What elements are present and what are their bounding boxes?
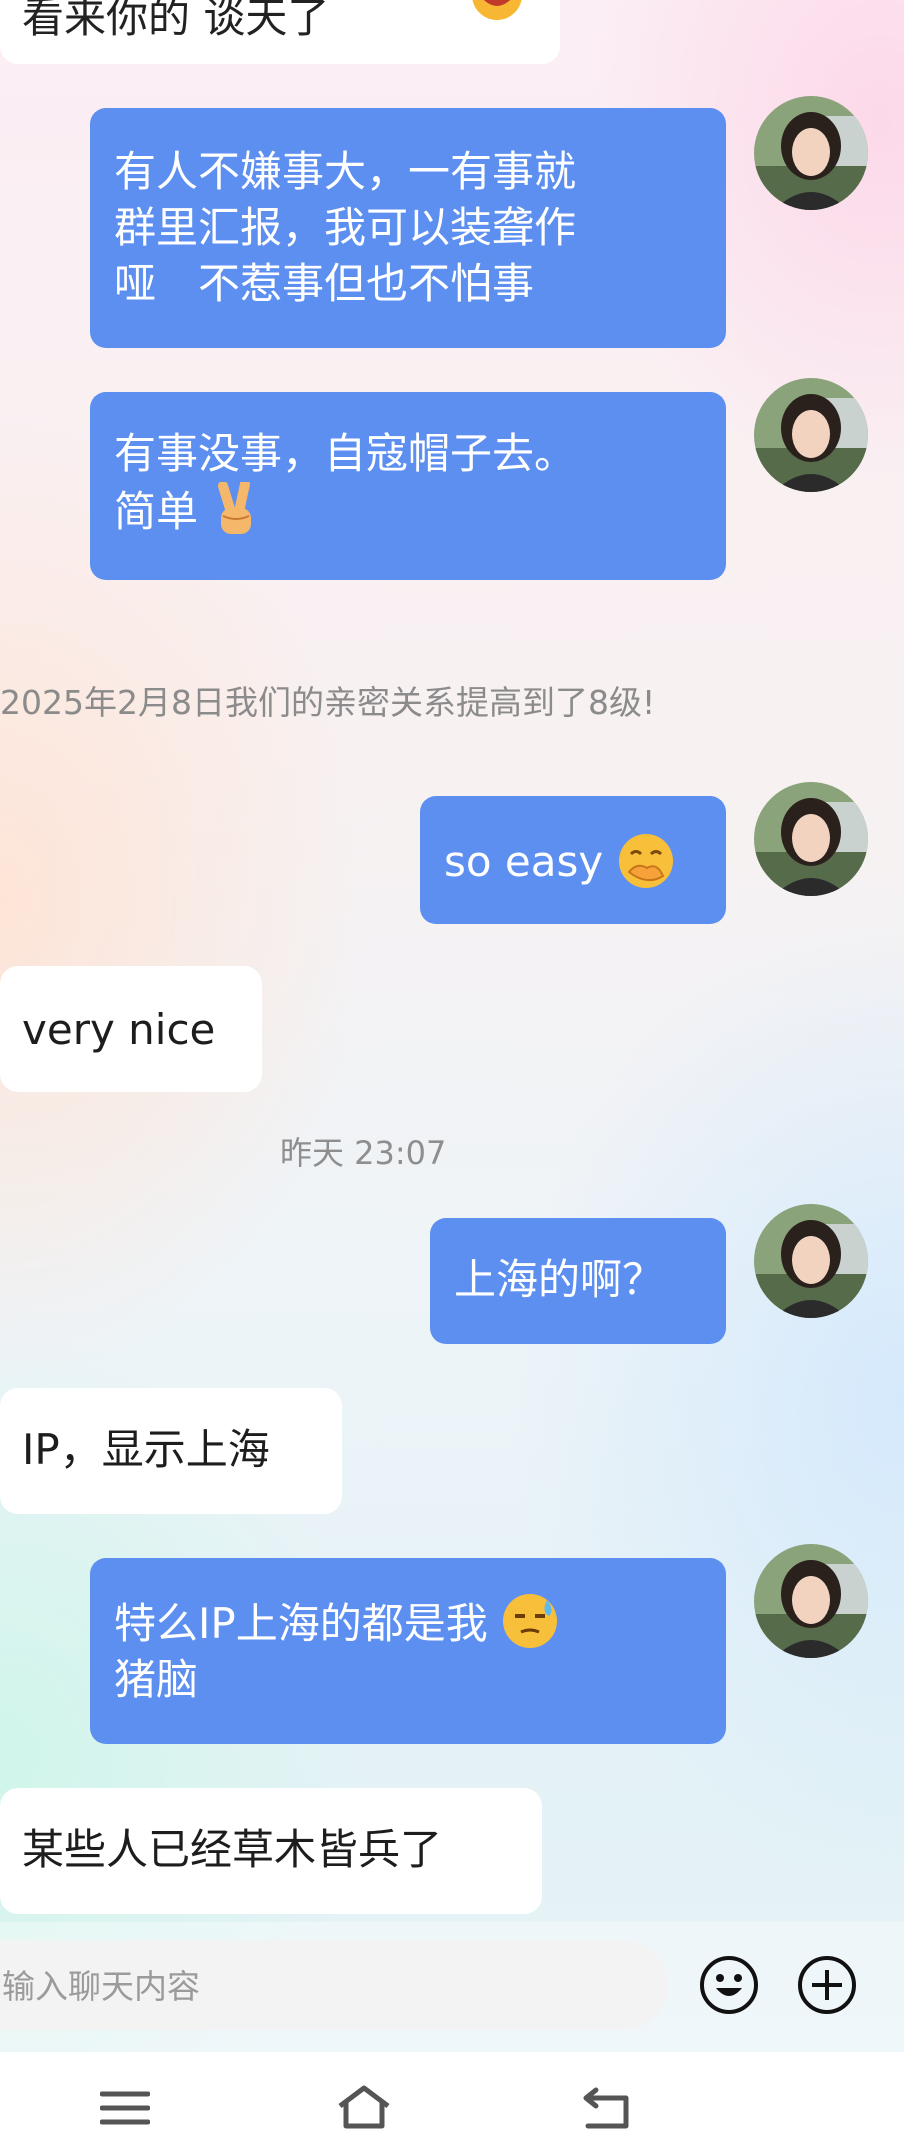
message-line: 简单: [114, 482, 704, 540]
sweat-face-icon: [503, 1594, 558, 1648]
message-line-text: so easy: [444, 837, 604, 886]
message-line-text: 特么IP上海的都是我: [114, 1599, 488, 1648]
avatar[interactable]: [754, 1204, 868, 1318]
user-avatar-photo: [754, 1544, 868, 1658]
message-line: 猪脑: [114, 1655, 199, 1704]
plus-circle-icon: [812, 1970, 842, 2000]
message-line: so easy: [444, 832, 704, 890]
incoming-message[interactable]: IP，显示上海: [0, 1388, 342, 1514]
system-notice-intimacy: 2025年2月8日我们的亲密关系提高到了8级!: [0, 683, 656, 722]
avatar[interactable]: [754, 782, 868, 896]
message-line-text: 简单: [114, 487, 199, 536]
timestamp: 昨天 23:07: [280, 1134, 447, 1172]
message-line: 群里汇报，我可以装聋作: [114, 203, 577, 252]
message-line: 某些人已经草木皆兵了: [22, 1825, 443, 1874]
message-line: 哑 不惹事但也不怕事: [114, 259, 535, 308]
chat-screen: 看来你的 谈天了 有人不嫌事大，一有事就 群里汇报，我可以装聋作 哑 不惹事但也…: [0, 0, 904, 2136]
emoji-button[interactable]: [700, 1956, 758, 2014]
message-input-container: [0, 1940, 668, 2032]
user-avatar-photo: [754, 782, 868, 896]
more-options-button[interactable]: [798, 1956, 856, 2014]
back-icon[interactable]: [580, 2086, 632, 2130]
avatar[interactable]: [754, 96, 868, 210]
message-line: 特么IP上海的都是我: [114, 1592, 704, 1652]
incoming-message[interactable]: 某些人已经草木皆兵了: [0, 1788, 542, 1914]
menu-icon[interactable]: [100, 2088, 150, 2128]
message-line: IP，显示上海: [22, 1425, 270, 1474]
outgoing-message[interactable]: 有人不嫌事大，一有事就 群里汇报，我可以装聋作 哑 不惹事但也不怕事: [90, 108, 726, 348]
incoming-message[interactable]: very nice: [0, 966, 262, 1092]
avatar[interactable]: [754, 378, 868, 492]
emoji-partial-icon: [472, 0, 522, 20]
message-line: 有人不嫌事大，一有事就: [114, 147, 577, 196]
message-line: very nice: [22, 1005, 216, 1054]
outgoing-message[interactable]: so easy: [420, 796, 726, 924]
message-line: 上海的啊？: [454, 1255, 665, 1304]
face-with-hand-over-mouth-icon: [618, 834, 673, 888]
outgoing-message[interactable]: 有事没事，自寇帽子去。 简单: [90, 392, 726, 580]
user-avatar-photo: [754, 1204, 868, 1318]
home-icon[interactable]: [334, 2084, 394, 2130]
user-avatar-photo: [754, 96, 868, 210]
avatar[interactable]: [754, 1544, 868, 1658]
victory-hand-icon: [218, 482, 252, 534]
message-text: 看来你的 谈天了: [22, 0, 330, 42]
incoming-message-partial[interactable]: 看来你的 谈天了: [0, 0, 560, 64]
smiley-face-icon: [716, 1974, 742, 1996]
outgoing-message[interactable]: 上海的啊？: [430, 1218, 726, 1344]
message-line: 有事没事，自寇帽子去。: [114, 429, 577, 478]
message-input[interactable]: [0, 1940, 644, 2032]
user-avatar-photo: [754, 378, 868, 492]
outgoing-message[interactable]: 特么IP上海的都是我 猪脑: [90, 1558, 726, 1744]
